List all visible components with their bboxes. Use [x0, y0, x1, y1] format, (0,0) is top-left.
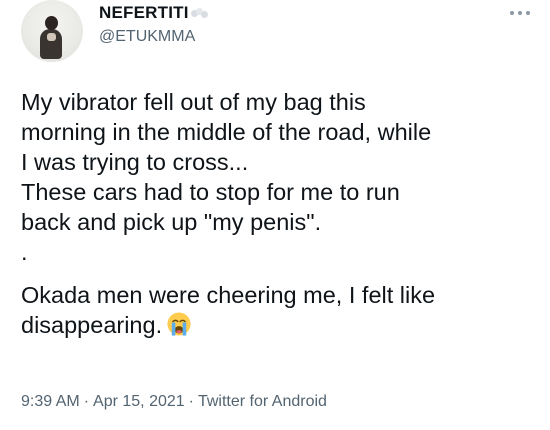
tweet-line: morning in the middle of the road, while	[21, 119, 432, 145]
cloud-emoji-icon	[190, 7, 209, 20]
tweet-meta: 9:39 AM · Apr 15, 2021 · Twitter for Android	[21, 393, 327, 411]
meta-separator: ·	[83, 393, 90, 410]
line-spacer	[21, 267, 541, 280]
username[interactable]: @ETUKMMA	[99, 28, 195, 46]
tweet-line-last: disappearing.	[21, 310, 541, 340]
avatar[interactable]	[21, 0, 83, 62]
tweet-date[interactable]: Apr 15, 2021	[93, 393, 185, 410]
loudly-crying-face-icon	[167, 312, 191, 336]
meta-separator: ·	[188, 393, 194, 410]
avatar-figure-accent	[47, 33, 56, 41]
tweet-line: My vibrator fell out of my bag this	[21, 89, 366, 115]
display-name-text: NEFERTITI	[99, 3, 189, 22]
display-name[interactable]: NEFERTITI	[99, 3, 209, 23]
tweet-text: My vibrator fell out of my bag this morn…	[21, 87, 541, 340]
tweet-line: .	[21, 239, 28, 265]
more-options-icon[interactable]	[510, 10, 530, 16]
tweet-line: back and pick up "my penis".	[21, 209, 322, 235]
avatar-figure-head	[45, 16, 58, 30]
tweet-line: These cars had to stop for me to run	[21, 179, 400, 205]
tweet-source[interactable]: Twitter for Android	[198, 393, 327, 410]
tweet-time[interactable]: 9:39 AM	[21, 393, 80, 410]
tweet-line: Okada men were cheering me, I felt like	[21, 282, 436, 308]
tweet-line: I was trying to cross...	[21, 149, 249, 175]
tweet-line-text: disappearing.	[21, 312, 163, 338]
tweet-card: NEFERTITI @ETUKMMA My vibrator fell out …	[0, 0, 550, 430]
